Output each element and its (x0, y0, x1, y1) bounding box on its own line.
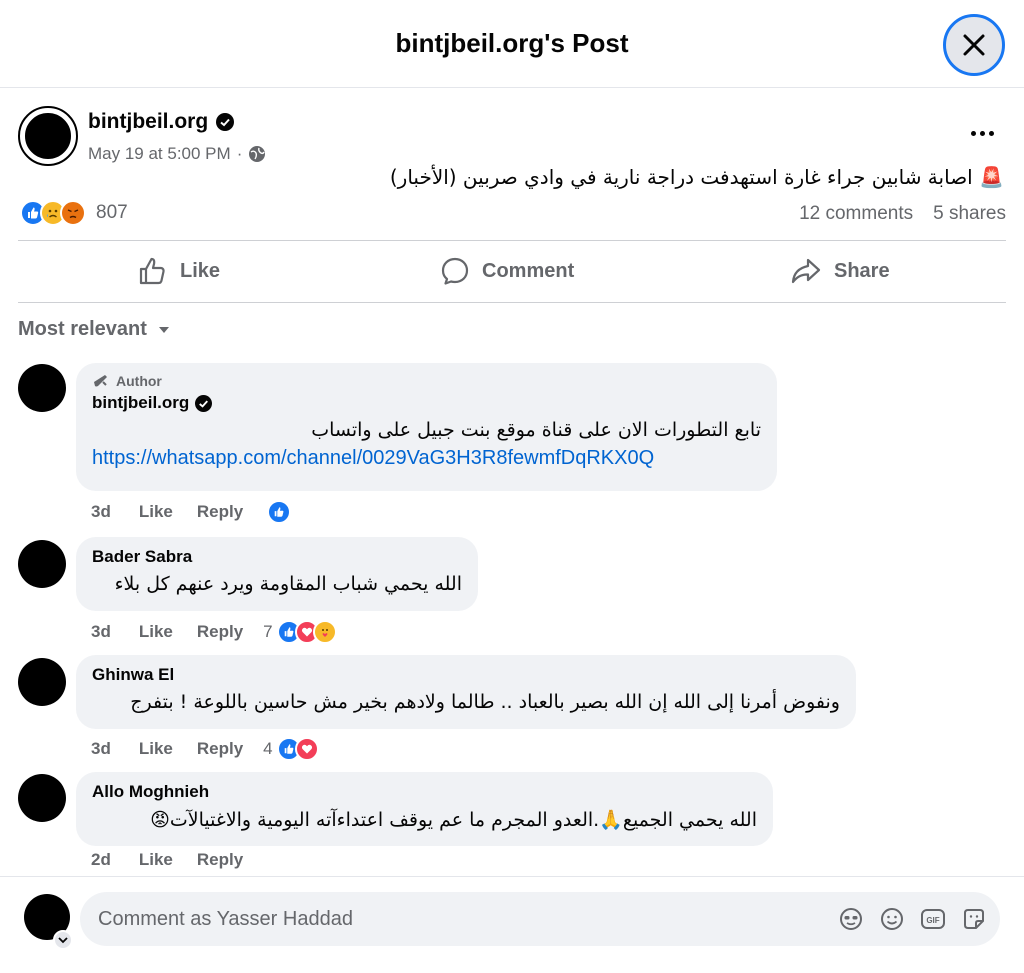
comment-text: ونفوض أمرنا إلى الله إن الله بصير بالعبا… (130, 691, 840, 713)
post-author-name[interactable]: bintjbeil.org (88, 110, 208, 134)
comment-avatar[interactable] (18, 658, 66, 706)
chevron-down-icon (58, 937, 68, 944)
megaphone-icon (94, 375, 107, 387)
care-reaction-icon (312, 620, 337, 644)
comment-bubble: Allo Moghnieh الله يحمي الجميع🙏.العدو ال… (76, 772, 773, 846)
post-timestamp[interactable]: May 19 at 5:00 PM (88, 144, 231, 164)
sticker-icon[interactable] (961, 906, 987, 932)
comment-footer: 3d Like Reply (91, 500, 292, 524)
comment-reply-button[interactable]: Reply (197, 502, 243, 522)
dialog-title: bintjbeil.org's Post (395, 28, 629, 58)
comments-count[interactable]: 12 comments (799, 203, 913, 225)
comment-author[interactable]: bintjbeil.org (92, 393, 761, 413)
emoji-icon[interactable] (879, 906, 905, 932)
more-dot-icon (979, 130, 985, 136)
post-options-button[interactable] (962, 118, 1002, 148)
avatar-sticker-icon[interactable] (838, 906, 864, 932)
comment-bubble: Ghinwa El ونفوض أمرنا إلى الله إن الله ب… (76, 655, 856, 729)
profile-switch-button[interactable] (53, 930, 73, 950)
comment-button-label: Comment (482, 259, 575, 282)
post-author[interactable]: bintjbeil.org (88, 110, 235, 134)
comment-author-name[interactable]: bintjbeil.org (92, 393, 189, 413)
reaction-count: 807 (96, 202, 128, 223)
share-arrow-icon (791, 258, 821, 284)
reactions-summary[interactable]: 807 (20, 200, 128, 226)
comment-reply-button[interactable]: Reply (197, 622, 243, 642)
divider (18, 302, 1006, 303)
angry-reaction-icon (60, 200, 86, 226)
caret-down-icon (158, 326, 169, 333)
comment-sort-dropdown[interactable]: Most relevant (18, 318, 171, 341)
comment-like-button[interactable]: Like (139, 739, 173, 759)
close-button[interactable] (943, 14, 1005, 76)
comment-reaction-count[interactable]: 7 (263, 622, 272, 642)
comment-footer: 2d Like Reply (91, 850, 263, 870)
comment-author[interactable]: Ghinwa El (92, 665, 840, 685)
comment-bubble: Bader Sabra الله يحمي شباب المقاومة ويرد… (76, 537, 478, 611)
shares-count[interactable]: 5 shares (933, 203, 1006, 225)
comment-age[interactable]: 3d (91, 502, 111, 522)
comment-like-button[interactable]: Like (139, 502, 173, 522)
more-dot-icon (970, 130, 976, 136)
dialog-header: bintjbeil.org's Post (0, 0, 1024, 88)
comment-link[interactable]: https://whatsapp.com/channel/0029VaG3H3R… (92, 447, 761, 470)
comment-footer: 3d Like Reply 7 (91, 620, 337, 644)
share-button[interactable]: Share (790, 253, 890, 289)
svg-text:GIF: GIF (926, 916, 939, 925)
like-reaction-icon[interactable] (267, 500, 292, 524)
comment-bubble-icon (441, 257, 469, 285)
thumbs-up-icon (139, 257, 165, 285)
gif-icon[interactable]: GIF (920, 906, 946, 932)
verified-badge-icon (216, 113, 235, 131)
love-reaction-icon (294, 737, 319, 761)
post-text: 🚨 اصابة شابين جراء غارة استهدفت دراجة نا… (389, 165, 1004, 189)
close-icon (963, 34, 985, 56)
comment-like-button[interactable]: Like (139, 622, 173, 642)
comment-age[interactable]: 2d (91, 850, 111, 870)
comment-avatar[interactable] (18, 364, 66, 412)
meta-separator: · (236, 144, 243, 163)
sort-label: Most relevant (18, 318, 147, 340)
comment-avatar[interactable] (18, 540, 66, 588)
post-stats: 12 comments 5 shares (799, 203, 1006, 225)
verified-badge-icon (195, 394, 213, 412)
divider (18, 240, 1006, 241)
like-button[interactable]: Like (138, 253, 220, 289)
comment-text: الله يحمي شباب المقاومة ويرد عنهم كل بلا… (114, 573, 462, 595)
post-meta: May 19 at 5:00 PM · (88, 144, 266, 164)
comment-author[interactable]: Bader Sabra (92, 547, 462, 567)
comment-bubble: Author bintjbeil.org تابع التطورات الان … (76, 363, 777, 491)
comment-age[interactable]: 3d (91, 622, 111, 642)
comment-reply-button[interactable]: Reply (197, 739, 243, 759)
comment-text: الله يحمي الجميع🙏.العدو المجرم ما عم يوق… (150, 809, 757, 831)
comment-text: تابع التطورات الان على قناة موقع بنت جبي… (311, 419, 761, 441)
comment-reply-button[interactable]: Reply (197, 850, 243, 870)
globe-icon (249, 146, 266, 162)
comment-avatar[interactable] (18, 774, 66, 822)
more-dot-icon (988, 130, 994, 136)
author-badge: Author (92, 373, 761, 389)
comment-author[interactable]: Allo Moghnieh (92, 782, 757, 802)
post-avatar-image (23, 111, 73, 161)
comment-button[interactable]: Comment (440, 253, 574, 289)
author-badge-label: Author (116, 373, 162, 389)
comment-reaction-count[interactable]: 4 (263, 739, 272, 759)
comment-like-button[interactable]: Like (139, 850, 173, 870)
like-button-label: Like (180, 259, 221, 282)
comment-age[interactable]: 3d (91, 739, 111, 759)
share-button-label: Share (834, 259, 890, 282)
comment-footer: 3d Like Reply 4 (91, 737, 319, 761)
